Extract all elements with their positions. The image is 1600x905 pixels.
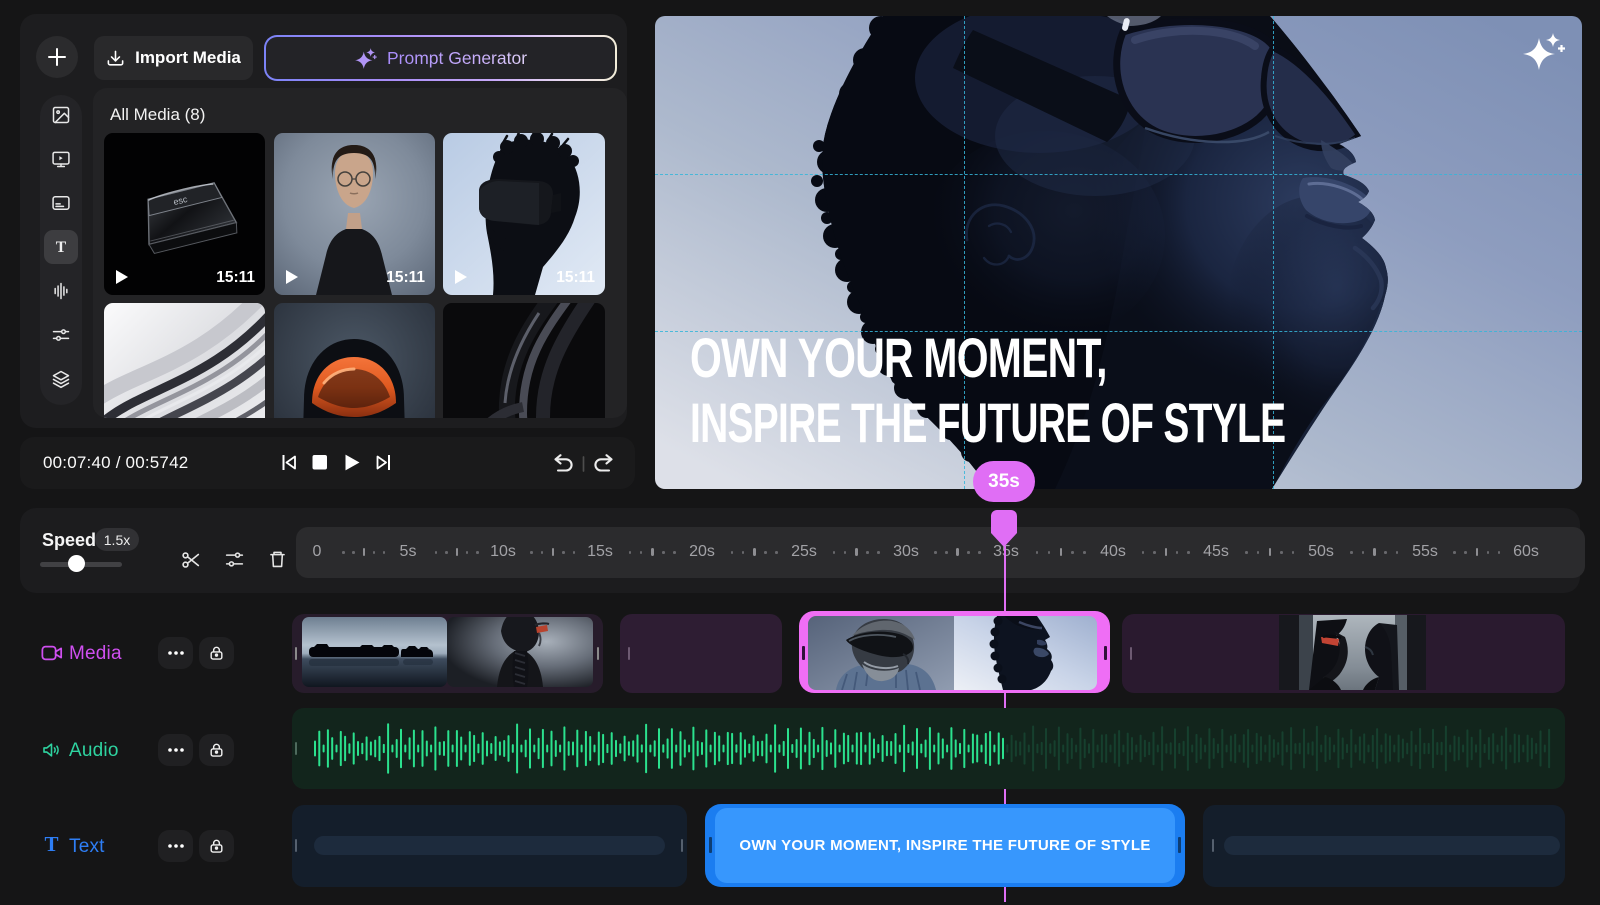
svg-text:T: T — [56, 239, 67, 256]
svg-text:T: T — [44, 834, 58, 855]
